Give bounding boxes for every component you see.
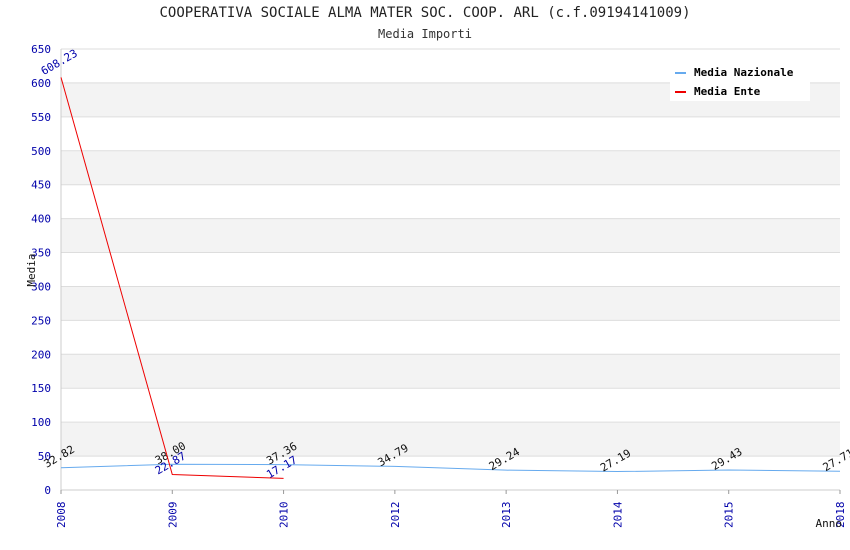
- x-tick-label: 2009: [166, 502, 179, 529]
- y-tick-label: 500: [31, 145, 51, 158]
- grid-band: [61, 286, 840, 321]
- y-tick-label: 550: [31, 111, 51, 124]
- line-chart: 0501001502002503003504004505005506006502…: [25, 43, 850, 530]
- x-tick-label: 2014: [611, 501, 624, 528]
- legend-label: Media Ente: [694, 85, 761, 98]
- y-tick-label: 600: [31, 77, 51, 90]
- y-tick-label: 250: [31, 314, 51, 327]
- x-axis-title: Anno: [816, 517, 843, 530]
- grid-band: [61, 252, 840, 287]
- grid-band: [61, 388, 840, 423]
- x-tick-label: 2013: [500, 502, 513, 528]
- y-axis-title: Media: [25, 253, 38, 286]
- grid-band: [61, 218, 840, 253]
- y-tick-label: 200: [31, 348, 51, 361]
- legend-label: Media Nazionale: [694, 66, 794, 79]
- y-tick-label: 0: [44, 484, 51, 497]
- y-tick-label: 150: [31, 382, 51, 395]
- y-tick-label: 650: [31, 43, 51, 56]
- grid-band: [61, 184, 840, 219]
- x-tick-label: 2010: [278, 502, 291, 529]
- y-tick-label: 100: [31, 416, 51, 429]
- grid-band: [61, 354, 840, 389]
- grid-band: [61, 150, 840, 185]
- grid-band: [61, 116, 840, 151]
- x-tick-label: 2012: [389, 502, 402, 529]
- x-tick-label: 2008: [55, 502, 68, 529]
- x-tick-label: 2015: [723, 502, 736, 529]
- y-tick-label: 400: [31, 213, 51, 226]
- y-tick-label: 450: [31, 179, 51, 192]
- grid-band: [61, 320, 840, 355]
